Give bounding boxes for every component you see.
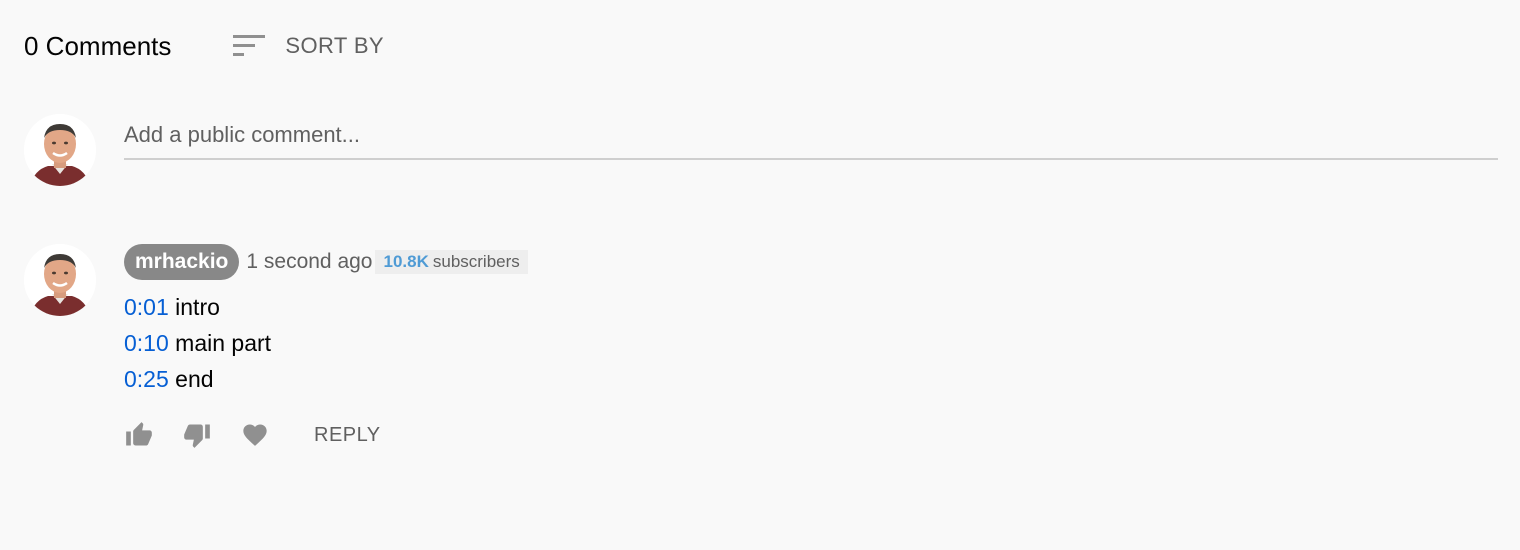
comment-author-avatar[interactable] — [24, 244, 96, 316]
comments-header: 0 Comments SORT BY — [24, 26, 384, 66]
dislike-button[interactable] — [182, 420, 212, 450]
comment-line-text: main part — [168, 330, 272, 356]
subscriber-label: subscribers — [432, 252, 520, 271]
comment-line-text: intro — [168, 294, 220, 320]
comment-line-text: end — [168, 366, 214, 392]
current-user-avatar[interactable] — [24, 114, 96, 186]
subscriber-count: 10.8K — [383, 252, 429, 271]
subscriber-badge: 10.8K subscribers — [375, 250, 528, 274]
comment-count: 0 Comments — [24, 31, 172, 61]
sort-by-button[interactable]: SORT BY — [233, 33, 384, 59]
heart-icon — [243, 424, 267, 446]
comment-line: 0:10 main part — [124, 325, 528, 361]
thumbs-up-icon — [126, 422, 152, 446]
comment-line: 0:01 intro — [124, 289, 528, 325]
timestamp-link[interactable]: 0:25 — [124, 366, 169, 392]
sort-icon — [233, 33, 267, 59]
comment-header: mrhackio 1 second ago 10.8K subscribers — [124, 243, 528, 281]
timestamp-link[interactable]: 0:01 — [124, 294, 169, 320]
comment-text: 0:01 intro 0:10 main part 0:25 end — [124, 289, 528, 397]
comment-actions: REPLY — [124, 416, 381, 454]
add-comment-input[interactable] — [124, 122, 1498, 148]
sort-by-label: SORT BY — [285, 33, 384, 58]
comment: mrhackio 1 second ago 10.8K subscribers … — [124, 243, 528, 397]
comment-line: 0:25 end — [124, 361, 528, 397]
comment-time[interactable]: 1 second ago — [246, 250, 372, 274]
add-comment-field[interactable] — [124, 112, 1498, 160]
thumbs-down-icon — [184, 424, 210, 448]
reply-button[interactable]: REPLY — [314, 424, 381, 447]
heart-button[interactable] — [240, 420, 270, 450]
timestamp-link[interactable]: 0:10 — [124, 330, 169, 356]
comment-author-name[interactable]: mrhackio — [124, 244, 240, 280]
like-button[interactable] — [124, 420, 154, 450]
